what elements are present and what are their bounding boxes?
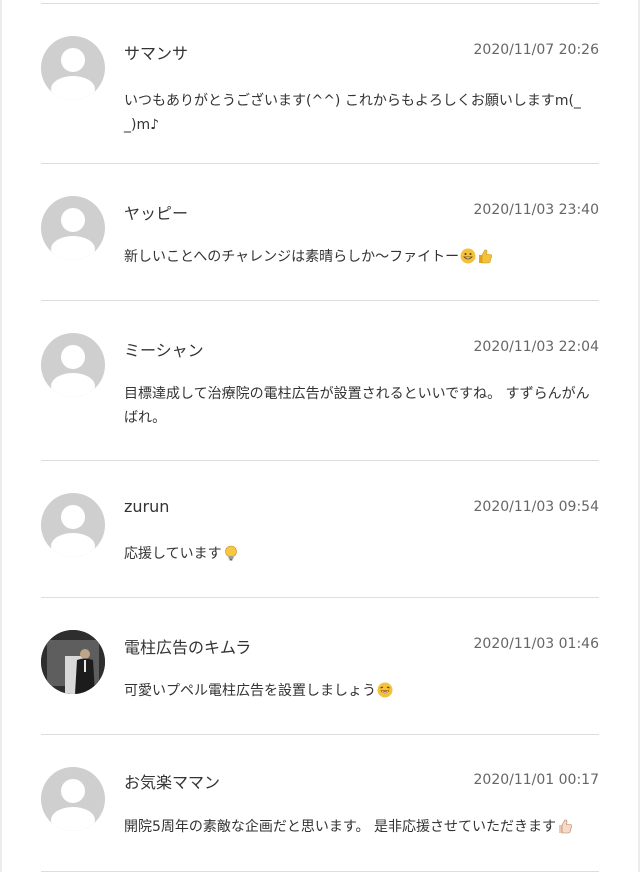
comment-item: ヤッピー 2020/11/03 23:40 新しいことへのチャレンジは素晴らしか…: [41, 164, 599, 300]
comment-text-line: 応援しています: [124, 546, 222, 562]
comment-date: 2020/11/03 01:46: [473, 636, 600, 652]
default-avatar-icon[interactable]: [41, 36, 105, 100]
comment-text: いつもありがとうございます(^^) これからもよろしくお願いしますm(_ _)m…: [124, 89, 599, 137]
comment-author[interactable]: お気楽ママン: [124, 769, 220, 793]
comment-author[interactable]: サマンサ: [124, 40, 188, 64]
comment-text-line: 新しいことへのチャレンジは素晴らしか〜ファイトー: [124, 249, 460, 265]
comment-author[interactable]: ヤッピー: [124, 200, 188, 224]
comment-list: サマンサ 2020/11/07 20:26 いつもありがとうございます(^^) …: [41, 0, 599, 872]
default-avatar-icon[interactable]: [41, 767, 105, 831]
comment-text-line: いつもありがとうございます(^^) これからもよろしくお願いしますm(_ _)m…: [124, 93, 581, 133]
comment-text: 開院5周年の素敵な企画だと思います。 是非応援させていただきます: [124, 815, 599, 839]
lightbulb-icon: [224, 545, 237, 561]
comment-item: ミーシャン 2020/11/03 22:04 目標達成して治療院の電柱広告が設置…: [41, 301, 599, 460]
comment-text: 応援しています: [124, 542, 599, 566]
comment-date: 2020/11/01 00:17: [473, 772, 600, 788]
comment-text-line: 開院5周年の素敵な企画だと思います。 是非応援させていただきます: [124, 819, 556, 835]
comment-text: 可愛いプペル電柱広告を設置しましょう: [124, 679, 599, 703]
comment-item: 電柱広告のキムラ 2020/11/03 01:46 可愛いプペル電柱広告を設置し…: [41, 598, 599, 734]
comment-date: 2020/11/03 09:54: [473, 499, 600, 515]
default-avatar-icon[interactable]: [41, 493, 105, 557]
thumbs-up-light-icon: [558, 819, 572, 834]
comment-item: お気楽ママン 2020/11/01 00:17 開院5周年の素敵な企画だと思いま…: [41, 735, 599, 871]
comment-text: 目標達成して治療院の電柱広告が設置されるといいですね。 すずらんがん ばれ。: [124, 382, 599, 430]
comment-text: 新しいことへのチャレンジは素晴らしか〜ファイトー: [124, 245, 599, 269]
comment-date: 2020/11/07 20:26: [473, 42, 600, 58]
user-photo-avatar[interactable]: [41, 630, 105, 694]
default-avatar-icon[interactable]: [41, 333, 105, 397]
comment-date: 2020/11/03 23:40: [473, 202, 600, 218]
comment-author[interactable]: ミーシャン: [124, 337, 204, 361]
comment-author[interactable]: zurun: [124, 497, 169, 516]
comment-date: 2020/11/03 22:04: [473, 339, 600, 355]
laughing-face-icon: [377, 682, 393, 698]
comment-text-line: 可愛いプペル電柱広告を設置しましょう: [124, 683, 376, 699]
grin-emoji-icon: [460, 248, 476, 264]
comment-author[interactable]: 電柱広告のキムラ: [124, 634, 251, 658]
comment-item: zurun 2020/11/03 09:54 応援しています: [41, 461, 599, 597]
page-edge-left: [0, 0, 2, 872]
thumbs-up-icon: [479, 249, 493, 264]
default-avatar-icon[interactable]: [41, 196, 105, 260]
comment-item: サマンサ 2020/11/07 20:26 いつもありがとうございます(^^) …: [41, 4, 599, 163]
comment-text-line: 目標達成して治療院の電柱広告が設置されるといいですね。 すずらんがん ばれ。: [124, 386, 590, 426]
